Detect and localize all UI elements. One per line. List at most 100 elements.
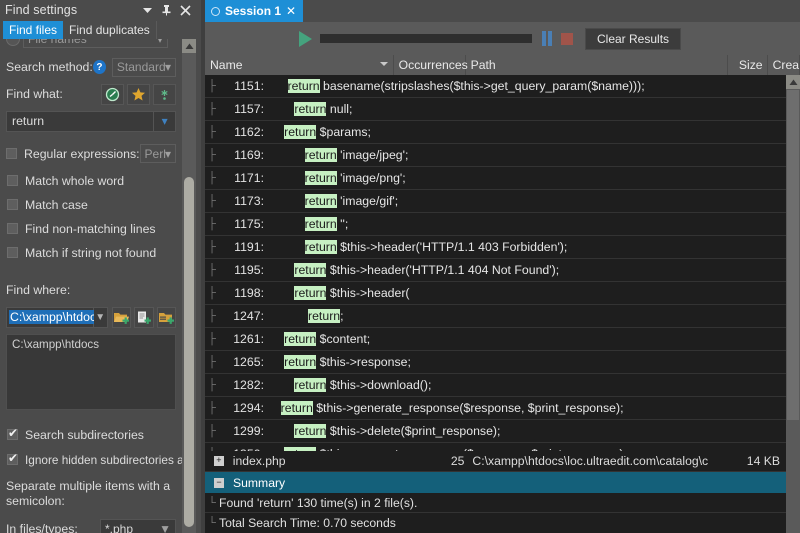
file-result-row[interactable]: + index.php 25 C:\xampp\htdocs\loc.ultra… (205, 451, 786, 472)
match-if-string-not-found-checkbox[interactable] (7, 247, 18, 258)
result-line-number: 1261: (233, 332, 264, 346)
panel-splitter[interactable] (196, 0, 205, 533)
tab-find-duplicates[interactable]: Find duplicates (63, 21, 157, 39)
pause-icon[interactable] (542, 31, 552, 46)
result-row[interactable]: ├ 1175: return ''; (205, 213, 786, 236)
in-files-types-label: In files/types: (6, 522, 78, 533)
browse-folder-icon[interactable] (156, 306, 176, 328)
match-whole-word-checkbox[interactable] (7, 175, 18, 186)
search-subdirectories-checkbox[interactable] (7, 426, 18, 440)
match-highlight: return (294, 378, 327, 392)
find-non-matching-lines-row[interactable]: Find non-matching lines (0, 218, 182, 239)
column-header-path[interactable]: Path (466, 55, 729, 75)
tree-branch-icon: ├ (208, 80, 216, 92)
collapse-icon[interactable]: − (214, 477, 224, 488)
ignore-hidden-checkbox[interactable] (7, 451, 18, 465)
close-icon[interactable]: ✕ (286, 4, 296, 18)
result-row[interactable]: ├ 1173: return 'image/gif'; (205, 190, 786, 213)
scroll-up-icon[interactable] (182, 39, 196, 53)
add-folder-icon[interactable] (111, 306, 131, 328)
expand-icon[interactable]: + (214, 456, 224, 466)
match-highlight: return (304, 217, 337, 231)
result-row[interactable]: ├ 1169: return 'image/jpeg'; (205, 144, 786, 167)
result-row[interactable]: ├ 1261: return $content; (205, 328, 786, 351)
column-header-occurrences[interactable]: Occurrences (394, 55, 468, 75)
result-line-number: 1191: (234, 240, 264, 254)
summary-row[interactable]: − Summary (205, 472, 786, 493)
result-row[interactable]: ├ 1247: return; (205, 305, 786, 328)
scrollbar-thumb[interactable] (787, 90, 799, 420)
result-row[interactable]: ├ 1299: return $this->delete($print_respo… (205, 420, 786, 443)
result-row[interactable]: ├ 1195: return $this->header('HTTP/1.1 40… (205, 259, 786, 282)
code-rest: null; (326, 102, 353, 116)
result-line-number: 1299: (233, 424, 264, 438)
settings-scrollbar[interactable] (182, 39, 196, 533)
tab-session-1[interactable]: Session 1 ✕ (205, 0, 304, 22)
file-names-radio[interactable] (6, 39, 20, 46)
file-names-combo[interactable]: File names ▾ (23, 39, 168, 48)
result-row[interactable]: ├ 1282: return $this->download(); (205, 374, 786, 397)
result-row[interactable]: ├1350: return $this->generate_response($… (205, 443, 786, 451)
tree-branch-icon: ├ (208, 333, 216, 345)
clear-results-button[interactable]: Clear Results (585, 27, 682, 50)
result-row[interactable]: ├ 1157: return null; (205, 98, 786, 121)
history-clock-icon[interactable] (101, 83, 124, 105)
match-highlight: return (284, 355, 317, 369)
column-header-size[interactable]: Size (728, 55, 768, 75)
match-case-checkbox[interactable] (7, 199, 18, 210)
result-code: return $this->download(); (267, 378, 431, 392)
regex-engine-combo[interactable]: Perl ▾ (139, 144, 176, 163)
find-what-row: Find what: (0, 80, 182, 108)
result-row[interactable]: ├ 1162: return $params; (205, 121, 786, 144)
in-files-types-combo[interactable]: *.php ▼ (100, 518, 176, 533)
result-row[interactable]: ├ 1191: return $this->header('HTTP/1.1 40… (205, 236, 786, 259)
close-icon[interactable] (177, 1, 194, 19)
match-highlight: return (294, 286, 327, 300)
chevron-down-icon[interactable]: ▼ (94, 306, 108, 328)
find-what-input[interactable]: return (6, 110, 155, 132)
result-row[interactable]: ├ 1265: return $this->response; (205, 351, 786, 374)
chevron-down-icon[interactable] (139, 1, 156, 19)
find-where-input[interactable]: C:\xampp\htdocs (6, 306, 104, 328)
stop-icon[interactable] (561, 32, 573, 45)
session-status-icon (211, 6, 220, 16)
result-code: return 'image/png'; (267, 171, 406, 185)
result-row[interactable]: ├ 1198: return $this->header( (205, 282, 786, 305)
match-highlight: return (294, 263, 327, 277)
result-row[interactable]: ├ 1151: return basename(stripslashes($thi… (205, 75, 786, 98)
result-row[interactable]: ├ 1171: return 'image/png'; (205, 167, 786, 190)
search-method-combo[interactable]: Standard ▾ (111, 57, 176, 77)
search-subdirectories-row[interactable]: Search subdirectories (0, 424, 182, 445)
pin-icon[interactable] (158, 1, 175, 19)
results-scrollbar[interactable] (786, 75, 800, 533)
find-non-matching-lines-checkbox[interactable] (7, 223, 18, 234)
folder-list[interactable]: C:\xampp\htdocs (6, 334, 176, 410)
add-file-icon[interactable] (134, 306, 154, 328)
result-row[interactable]: ├ 1294: return $this->generate_response($… (205, 397, 786, 420)
code-rest: 'image/gif'; (336, 194, 399, 208)
regex-icon[interactable] (153, 83, 176, 105)
match-whole-word-label: Match whole word (25, 173, 125, 188)
match-case-row[interactable]: Match case (0, 194, 182, 215)
play-icon[interactable] (299, 30, 312, 47)
ignore-hidden-row[interactable]: Ignore hidden subdirectories and files (0, 449, 196, 470)
help-icon[interactable]: ? (92, 60, 106, 74)
result-code: return $params; (267, 125, 371, 139)
results-list[interactable]: ├ 1151: return basename(stripslashes($thi… (205, 75, 786, 451)
favorites-star-icon[interactable] (127, 83, 150, 105)
column-header-name[interactable]: Name (205, 55, 394, 75)
scroll-up-icon[interactable] (786, 75, 800, 89)
column-header-created[interactable]: Crea (768, 55, 800, 75)
code-rest: $this->generate_response($response, $pri… (312, 401, 624, 415)
chevron-down-icon[interactable]: ▾ (154, 110, 176, 132)
regular-expressions-checkbox[interactable] (6, 148, 17, 159)
tab-find-files[interactable]: Find files (3, 21, 64, 39)
match-if-string-not-found-row[interactable]: Match if string not found (0, 242, 182, 263)
match-case-label: Match case (25, 197, 88, 212)
scrollbar-thumb[interactable] (184, 177, 194, 527)
match-whole-word-row[interactable]: Match whole word (0, 170, 182, 191)
